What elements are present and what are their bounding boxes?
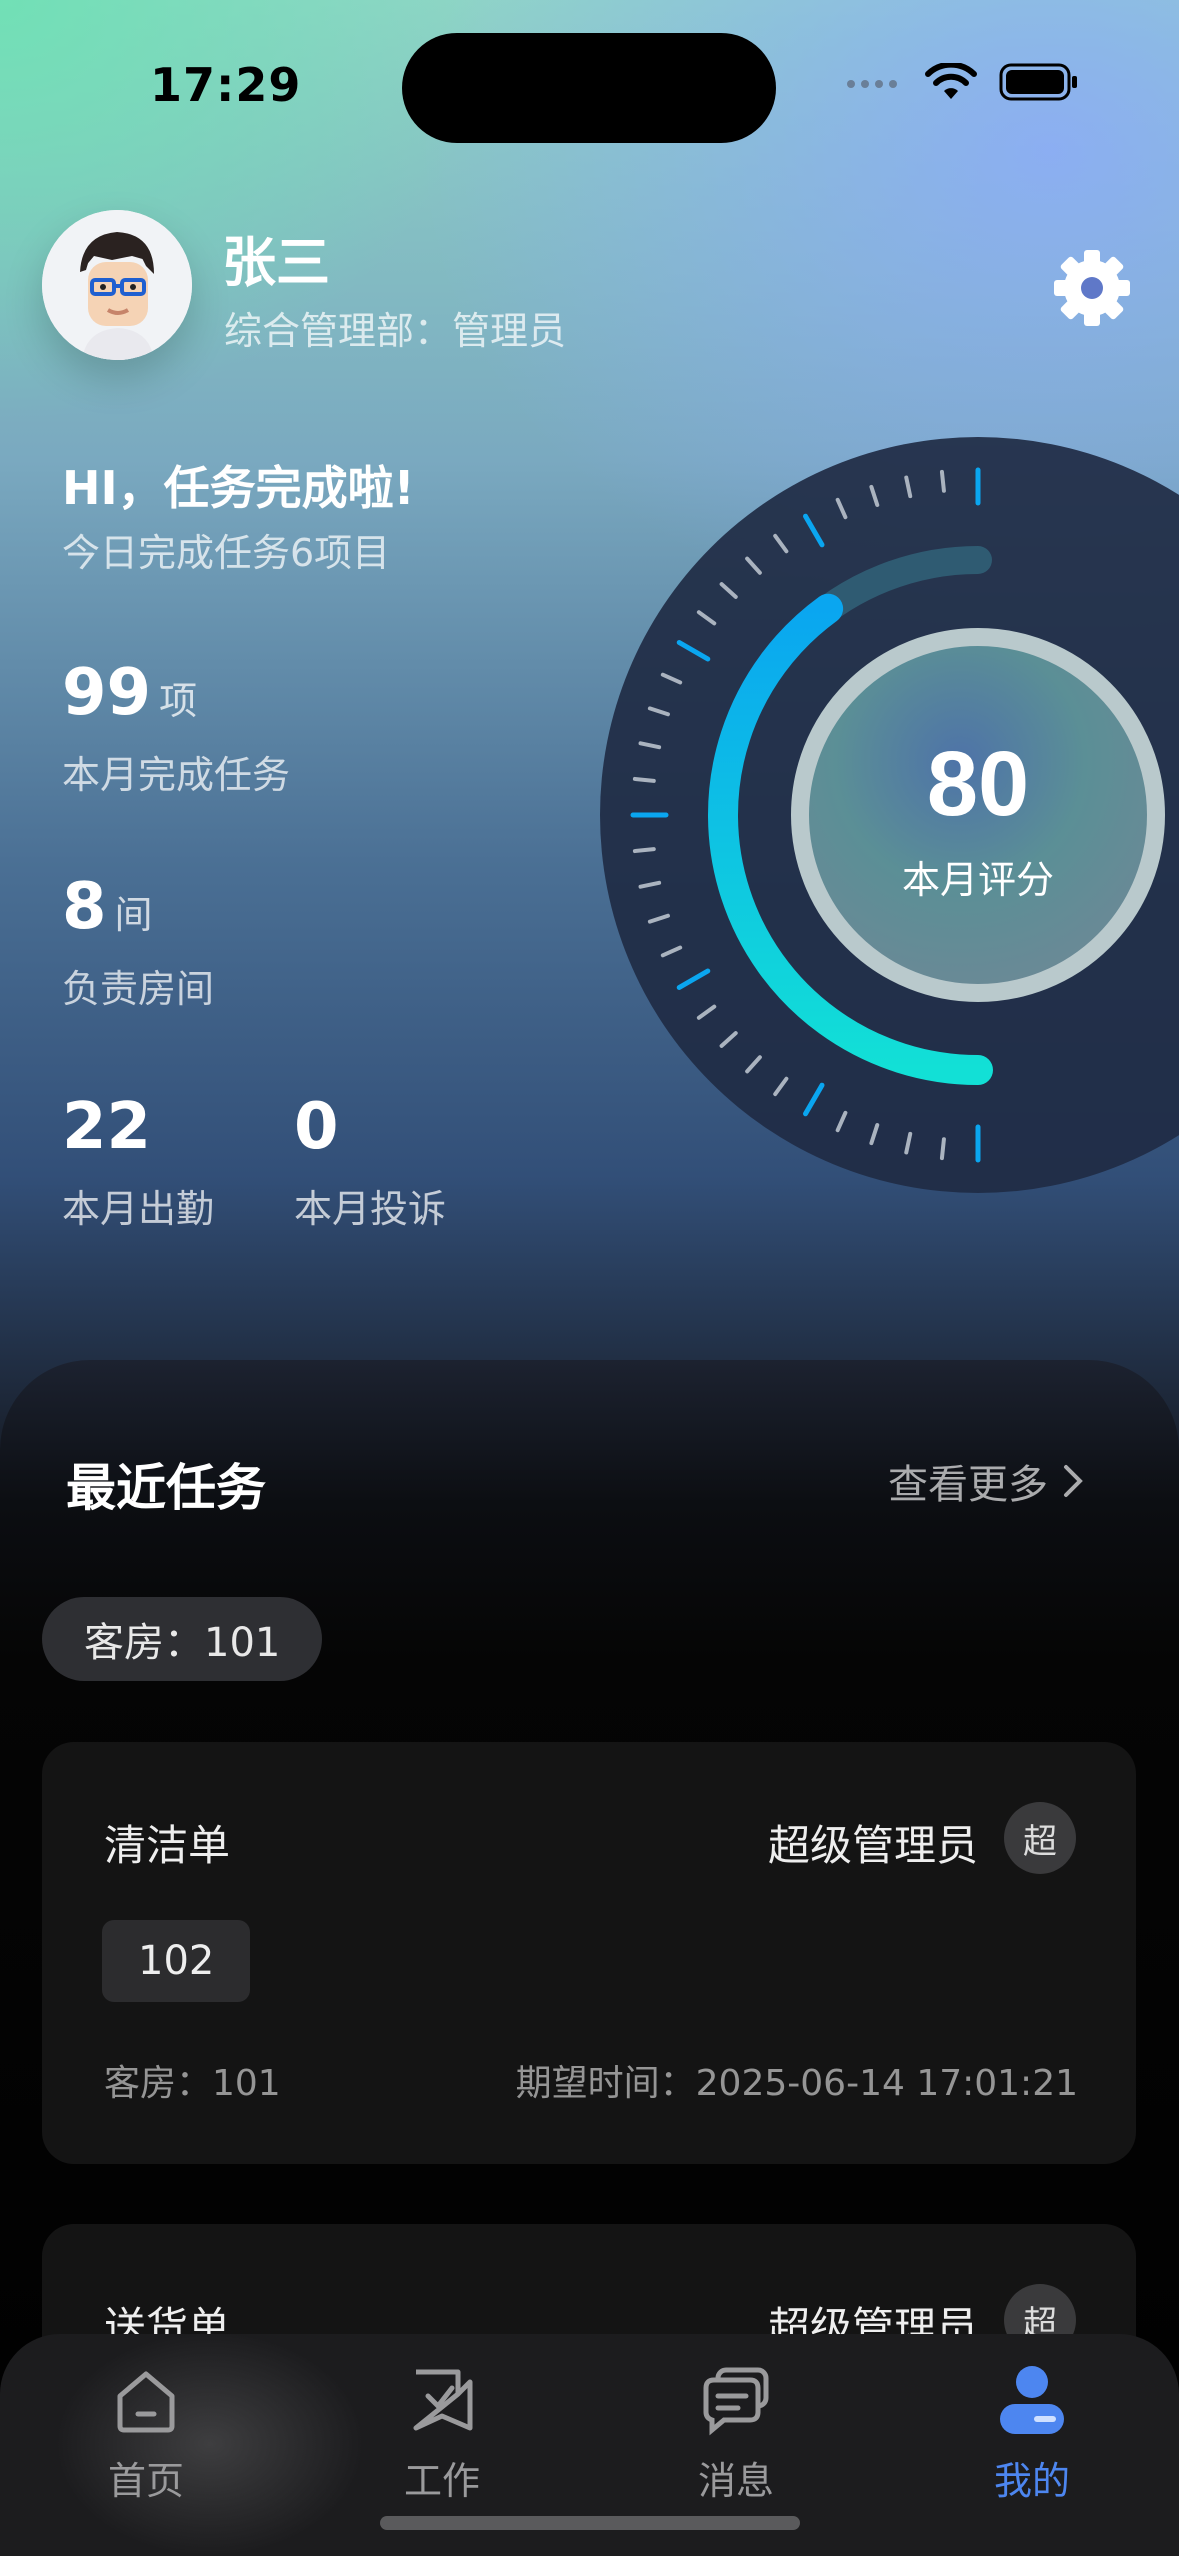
task-card[interactable]: 清洁单 超级管理员 超 102 客房：101 期望时间：2025-06-14 1… — [42, 1742, 1136, 2164]
stat-value: 8 — [62, 870, 107, 944]
dynamic-island — [402, 33, 776, 143]
tab-label: 首页 — [107, 2459, 184, 2503]
status-icons — [847, 62, 1079, 102]
gauge-tick — [632, 776, 656, 783]
room-tag: 102 — [102, 1920, 251, 2002]
view-more-link[interactable]: 查看更多 — [888, 1452, 1086, 1510]
task-expected-time: 期望时间：2025-06-14 17:01:21 — [515, 2063, 1078, 2104]
score-label: 本月评分 — [902, 858, 1054, 902]
tab-label: 我的 — [993, 2459, 1070, 2503]
section-title: 最近任务 — [66, 1459, 266, 1517]
tab-messages[interactable]: 消息 — [626, 2364, 846, 2505]
score-gauge: 80 本月评分 — [600, 437, 1179, 1193]
gauge-tick — [632, 847, 656, 854]
gauge-tick — [939, 1137, 946, 1161]
greeting-subtitle: 今日完成任务6项目 — [62, 531, 391, 575]
status-time: 17:29 — [150, 58, 302, 112]
battery-icon — [999, 63, 1077, 101]
home-icon — [117, 2371, 175, 2433]
wifi-icon — [925, 63, 977, 99]
stat-value: 99 — [62, 656, 152, 730]
signal-icon — [847, 73, 903, 92]
tab-home[interactable]: 首页 — [36, 2364, 256, 2505]
stat-label: 本月完成任务 — [62, 753, 291, 797]
stat-unit: 项 — [159, 679, 198, 723]
score-value: 80 — [927, 733, 1029, 835]
task-title: 清洁单 — [104, 1821, 231, 1870]
work-icon — [413, 2369, 473, 2431]
stat-complaints-label: 本月投诉 — [294, 1187, 447, 1231]
stat-monthly-tasks: 99 项 — [62, 656, 197, 730]
user-department: 综合管理部：管理员 — [224, 309, 567, 353]
assignee-badge: 超 — [1004, 1802, 1076, 1874]
stat-label: 负责房间 — [62, 967, 215, 1011]
stat-attendance-value: 22 — [62, 1090, 152, 1164]
profile-icon — [1000, 2366, 1064, 2434]
gear-icon[interactable] — [1052, 248, 1132, 328]
stat-unit: 间 — [114, 893, 153, 937]
avatar[interactable] — [42, 210, 192, 360]
tab-work[interactable]: 工作 — [332, 2364, 552, 2505]
tab-profile[interactable]: 我的 — [922, 2364, 1142, 2505]
home-indicator — [380, 2516, 800, 2530]
view-more-label: 查看更多 — [888, 1462, 1048, 1508]
stat-complaints-value: 0 — [294, 1090, 339, 1164]
chevron-right-icon — [1064, 1465, 1083, 1497]
tab-label: 消息 — [697, 2459, 774, 2503]
stat-rooms: 8间 — [62, 870, 153, 944]
tab-label: 工作 — [403, 2459, 480, 2503]
user-name: 张三 — [222, 231, 330, 294]
greeting-title: HI，任务完成啦! — [62, 461, 415, 515]
gauge-tick — [939, 469, 946, 493]
task-assignee: 超级管理员 — [767, 1821, 978, 1870]
stat-attendance-label: 本月出勤 — [62, 1187, 215, 1231]
task-room: 客房：101 — [104, 2063, 281, 2104]
room-filter-chip[interactable]: 客房：101 — [42, 1597, 323, 1681]
message-icon — [703, 2367, 769, 2436]
